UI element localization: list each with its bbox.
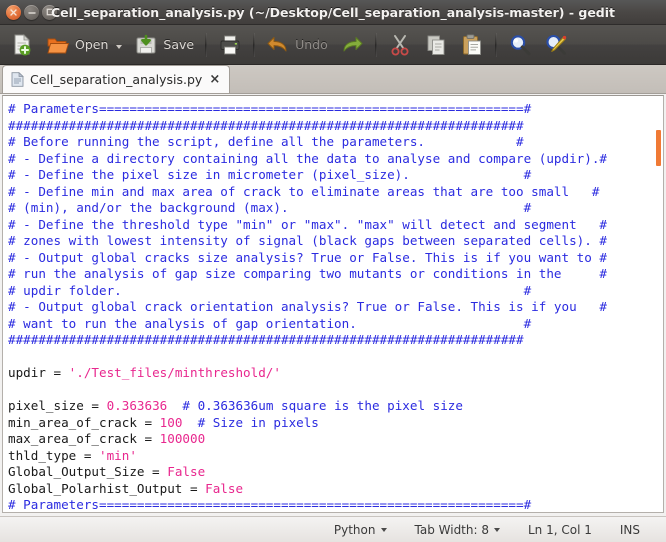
open-folder-icon	[47, 38, 70, 53]
toolbar-separator	[494, 32, 497, 57]
code-token-number: 100000	[159, 431, 206, 446]
toolbar: Open Save Undo	[0, 25, 666, 65]
toolbar-separator	[374, 32, 377, 57]
code-token-number: 100	[159, 414, 183, 430]
code-token-comment: # want to run the analysis of gap orient…	[8, 315, 532, 331]
new-document-button[interactable]	[4, 28, 40, 62]
chevron-down-icon	[493, 527, 500, 532]
clipboard-paste-icon	[462, 33, 481, 55]
close-icon	[10, 8, 17, 16]
code-token-comment: # Parameters============================…	[8, 497, 532, 512]
code-token-string: './Test_files/minthreshold/'	[68, 365, 281, 380]
open-button[interactable]: Open	[40, 28, 128, 62]
code-token-comment: ########################################…	[8, 117, 524, 133]
code-token-number: 0.363636	[106, 398, 168, 413]
code-token-comment: # - Output global cracks size analysis? …	[8, 249, 607, 265]
code-token-plain: Global_Output_Size =	[8, 464, 168, 479]
find-replace-icon	[546, 34, 566, 55]
save-button[interactable]: Save	[128, 28, 200, 62]
status-insert-mode-label: INS	[619, 522, 640, 537]
status-bar: Python Tab Width: 8 Ln 1, Col 1 INS	[0, 516, 666, 542]
code-token-plain: max_area_of_crack =	[8, 431, 160, 446]
toolbar-separator	[253, 32, 256, 57]
editor-container: # Parameters============================…	[0, 94, 666, 516]
tab-label: Cell_separation_analysis.py	[30, 72, 203, 87]
title-bar: Cell_separation_analysis.py (~/Desktop/C…	[0, 0, 666, 25]
tab-bar: Cell_separation_analysis.py ×	[0, 65, 666, 94]
save-button-label: Save	[163, 37, 195, 52]
new-document-icon	[14, 33, 31, 55]
open-dropdown-arrow[interactable]	[116, 37, 123, 52]
gedit-window: Cell_separation_analysis.py (~/Desktop/C…	[0, 0, 666, 542]
code-token-plain: Global_Polarhist_Output =	[8, 480, 206, 496]
paste-button[interactable]	[454, 28, 490, 62]
source-code[interactable]: # Parameters============================…	[3, 96, 663, 512]
maximize-button[interactable]	[42, 4, 57, 20]
text-file-icon	[11, 72, 24, 87]
chevron-down-icon	[380, 527, 387, 532]
text-view[interactable]: # Parameters============================…	[2, 95, 664, 513]
window-controls	[6, 4, 57, 20]
open-button-label: Open	[75, 37, 109, 52]
close-button[interactable]	[6, 4, 21, 20]
status-cursor-position-label: Ln 1, Col 1	[527, 522, 592, 537]
code-token-plain: thld_type =	[8, 447, 99, 463]
status-language-label: Python	[333, 522, 376, 537]
magnifier-icon	[510, 34, 531, 55]
minimize-button[interactable]	[24, 4, 39, 20]
redo-arrow-icon	[343, 36, 363, 51]
code-token-comment: # zones with lowest intensity of signal …	[8, 233, 607, 248]
code-token-comment: # - Define the pixel size in micrometer …	[8, 167, 532, 182]
chevron-down-icon	[116, 45, 123, 49]
tab-close-icon[interactable]: ×	[208, 73, 221, 86]
undo-button-label: Undo	[295, 37, 328, 52]
code-token-keyword: False	[205, 480, 244, 496]
code-token-comment: # updir folder. #	[8, 282, 532, 298]
print-button[interactable]	[212, 28, 248, 62]
code-token-comment: # Before running the script, define all …	[8, 134, 524, 149]
copy-button[interactable]	[418, 28, 454, 62]
code-token-comment: # Parameters============================…	[8, 101, 532, 116]
vertical-scrollbar-thumb[interactable]	[656, 130, 661, 166]
code-token-string: 'min'	[99, 447, 137, 463]
replace-button[interactable]	[538, 28, 574, 62]
status-insert-mode: INS	[606, 523, 654, 537]
scissors-icon	[391, 34, 409, 55]
code-token-comment: # - Define the threshold type "min" or "…	[8, 216, 607, 232]
find-button[interactable]	[502, 28, 538, 62]
code-token-comment: # - Define a directory containing all th…	[8, 150, 607, 166]
code-token-comment: # run the analysis of gap size comparing…	[8, 266, 607, 281]
redo-button[interactable]	[334, 28, 370, 62]
code-token-plain: updir =	[8, 365, 69, 380]
code-token-keyword: False	[167, 464, 206, 479]
code-token-comment: # - Output global crack orientation anal…	[8, 299, 607, 314]
code-token-comment: # - Define min and max area of crack to …	[8, 183, 600, 199]
undo-arrow-icon	[267, 36, 287, 51]
maximize-icon	[46, 8, 53, 16]
status-tab-width[interactable]: Tab Width: 8	[401, 523, 514, 537]
status-cursor-position: Ln 1, Col 1	[514, 523, 606, 537]
code-token-comment: # (min), and/or the background (max). #	[8, 200, 532, 215]
printer-icon	[220, 35, 240, 54]
status-tab-width-label: Tab Width: 8	[414, 522, 489, 537]
status-language[interactable]: Python	[320, 523, 401, 537]
undo-button[interactable]: Undo	[260, 28, 334, 62]
minimize-icon	[27, 11, 36, 14]
save-disk-icon	[136, 34, 156, 53]
cut-button[interactable]	[382, 28, 418, 62]
code-token-comment: # Size in pixels	[197, 414, 319, 430]
toolbar-separator	[205, 32, 208, 57]
code-token-comment: ########################################…	[8, 332, 524, 347]
copy-icon	[427, 35, 445, 55]
code-token-plain: min_area_of_crack =	[8, 414, 160, 430]
code-token-plain: pixel_size =	[8, 398, 107, 413]
tab-cell-separation-analysis[interactable]: Cell_separation_analysis.py ×	[2, 65, 231, 93]
code-token-comment: # 0.363636um square is the pixel size	[182, 398, 463, 413]
window-title: Cell_separation_analysis.py (~/Desktop/C…	[50, 4, 616, 20]
